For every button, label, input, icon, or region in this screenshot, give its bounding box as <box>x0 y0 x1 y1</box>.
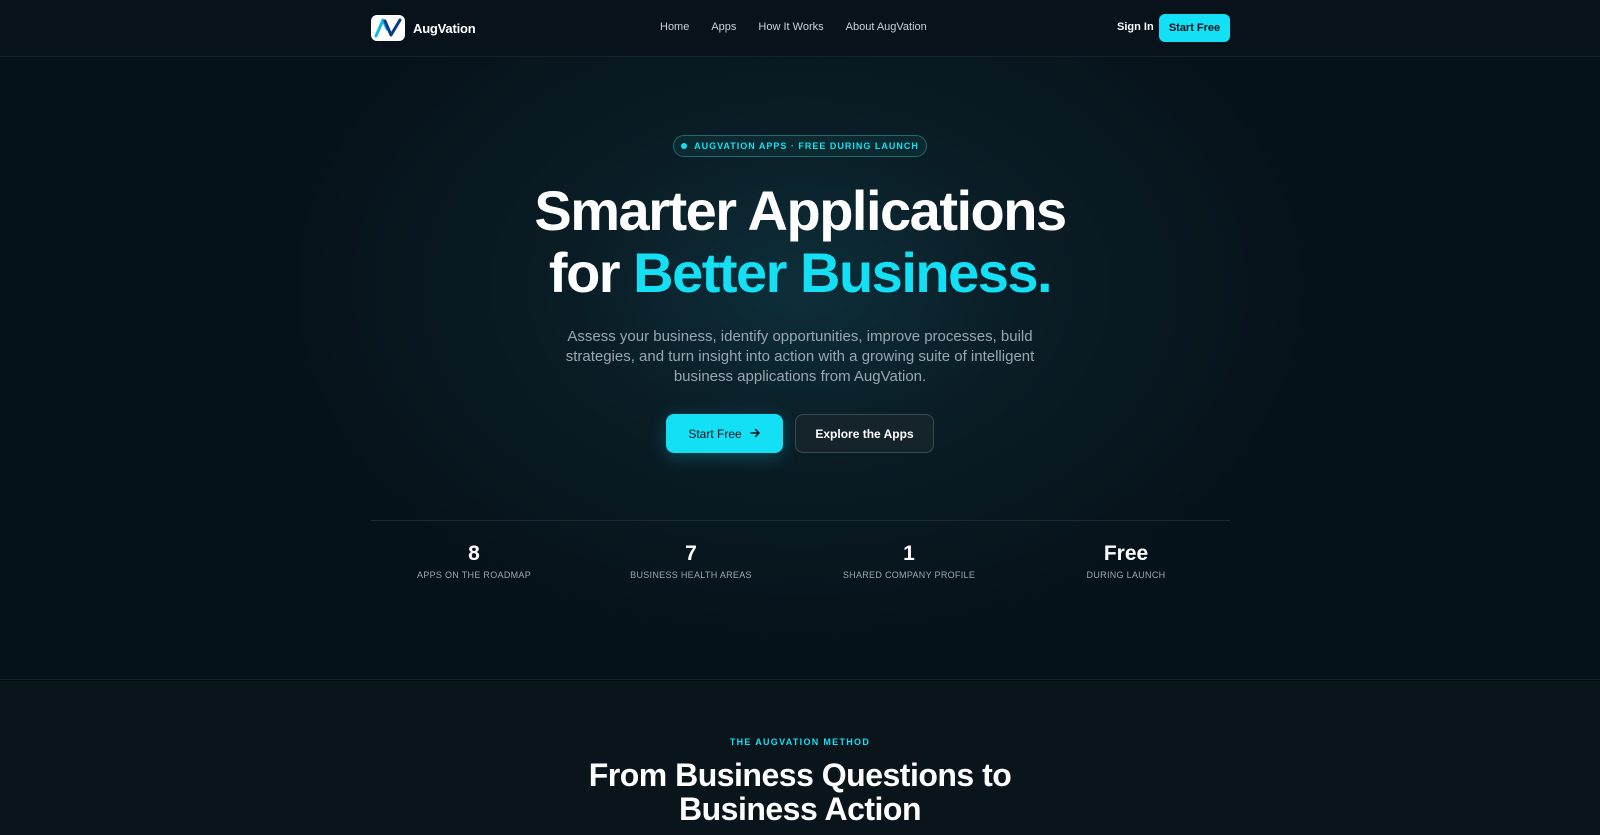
top-navigation: AugVation Home Apps How It Works About A… <box>0 0 1600 57</box>
stat-label: SHARED COMPANY PROFILE <box>842 570 976 580</box>
stat-value: Free <box>1103 542 1149 565</box>
method-title-line-2: Business Action <box>678 791 922 827</box>
nav-link-apps[interactable]: Apps <box>711 21 736 33</box>
badge-dot-icon <box>681 143 688 149</box>
augvation-logo-icon <box>371 15 405 41</box>
stat-label: APPS ON THE ROADMAP <box>416 570 532 580</box>
headline-line-1: Smarter Applications <box>534 179 1067 242</box>
arrow-right-icon <box>749 427 761 441</box>
stat-value: 8 <box>468 542 480 565</box>
stat-label: DURING LAUNCH <box>1086 570 1166 580</box>
start-free-button[interactable]: Start Free <box>666 414 783 453</box>
method-eyebrow: THE AUGVATION METHOD <box>729 737 871 747</box>
stat-value: 7 <box>685 542 697 565</box>
nav-link-about[interactable]: About AugVation <box>846 21 927 33</box>
nav-start-free-button[interactable]: Start Free <box>1159 14 1230 42</box>
stat-apps: 8 APPS ON THE ROADMAP <box>374 540 574 580</box>
method-title: From Business Questions to Business Acti… <box>0 758 1600 826</box>
hero-section: AUGVATION APPS · FREE DURING LAUNCH Smar… <box>0 57 1600 680</box>
brand-name: AugVation <box>413 20 476 36</box>
nav-link-how-it-works[interactable]: How It Works <box>758 21 823 33</box>
stat-label: BUSINESS HEALTH AREAS <box>630 570 752 580</box>
headline-accent: Better Business. <box>633 241 1052 304</box>
start-free-label: Start Free <box>688 426 742 441</box>
headline-prefix: for <box>548 241 634 304</box>
hero-subtitle: Assess your business, identify opportuni… <box>565 328 1035 385</box>
nav-links: Home Apps How It Works About AugVation <box>660 21 927 33</box>
stat-company-profile: 1 SHARED COMPANY PROFILE <box>809 540 1009 580</box>
explore-apps-button[interactable]: Explore the Apps <box>795 414 934 453</box>
stat-value: 1 <box>903 542 915 565</box>
stat-free: Free DURING LAUNCH <box>1026 540 1226 580</box>
headline-line-2: for Better Business. <box>0 242 1600 304</box>
badge-text: AUGVATION APPS · FREE DURING LAUNCH <box>694 141 919 151</box>
launch-badge: AUGVATION APPS · FREE DURING LAUNCH <box>673 135 927 157</box>
brand-logo[interactable]: AugVation <box>371 15 476 41</box>
stat-health-areas: 7 BUSINESS HEALTH AREAS <box>591 540 791 580</box>
sign-in-link[interactable]: Sign In <box>1117 21 1154 33</box>
method-section: THE AUGVATION METHOD From Business Quest… <box>0 681 1600 835</box>
nav-link-home[interactable]: Home <box>660 21 689 33</box>
hero-headline: Smarter Applications for Better Business… <box>0 180 1600 304</box>
method-title-line-1: From Business Questions to <box>588 757 1012 793</box>
stats-divider <box>371 520 1230 521</box>
